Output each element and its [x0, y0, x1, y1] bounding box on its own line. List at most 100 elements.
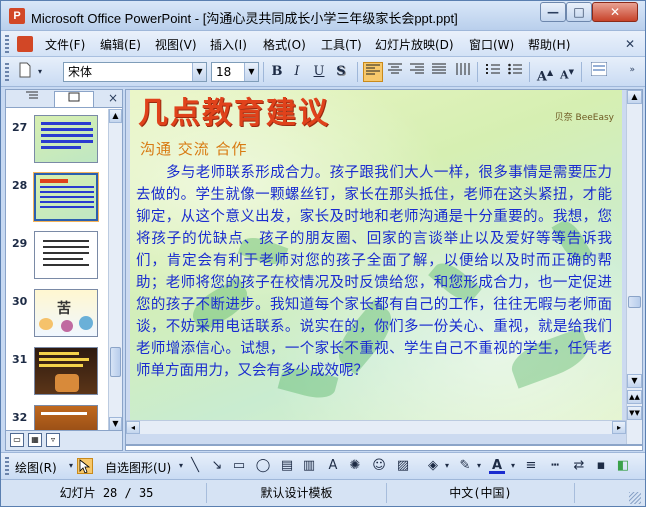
thumbnail-item[interactable]: 29	[6, 229, 108, 287]
slide-horizontal-scrollbar[interactable]: ◂ ▸	[126, 420, 626, 434]
grow-font-button[interactable]: A▲	[535, 62, 555, 84]
scroll-thumb[interactable]	[110, 347, 121, 377]
slide-vertical-scrollbar[interactable]: ▲ ▼ ▲▲ ▼▼	[626, 90, 642, 444]
font-size-select[interactable]: 18 ▼	[211, 62, 259, 82]
shrink-font-button[interactable]: A▼	[557, 62, 577, 82]
draw-menu-button[interactable]: 绘图(R)	[15, 459, 57, 476]
scroll-up-icon[interactable]: ▲	[109, 109, 122, 123]
thumbnail-item[interactable]: 30 苦	[6, 287, 108, 345]
diagram-icon[interactable]: ✺	[347, 458, 363, 474]
font-color-icon[interactable]: A	[489, 458, 505, 474]
tab-outline[interactable]	[12, 91, 52, 107]
slide-thumbnail-29[interactable]	[34, 231, 98, 279]
underline-button[interactable]: U	[309, 62, 329, 82]
rectangle-tool-icon[interactable]: ▭	[231, 458, 247, 474]
slide-thumbnail-31[interactable]	[34, 347, 98, 395]
toolbar-separator	[477, 62, 478, 82]
textbox-tool-icon[interactable]: ▤	[279, 458, 295, 474]
slide-subtitle[interactable]: 沟通 交流 合作	[140, 138, 248, 159]
slide-thumbnail-32[interactable]	[34, 405, 98, 431]
slide-thumbnail-28[interactable]	[33, 172, 99, 222]
new-document-icon[interactable]	[15, 62, 35, 82]
thumbnail-item[interactable]: 32	[6, 403, 108, 431]
font-name-select[interactable]: 宋体 ▼	[63, 62, 207, 82]
autoshapes-menu-button[interactable]: 自选图形(U)	[105, 459, 171, 476]
shadow-button[interactable]: S	[331, 62, 351, 82]
menu-view[interactable]: 视图(V)	[155, 36, 197, 53]
menu-edit[interactable]: 编辑(E)	[100, 36, 141, 53]
shrink-font-label: A	[560, 68, 569, 82]
slide-thumbnail-27[interactable]	[34, 115, 98, 163]
select-pointer-icon[interactable]	[77, 458, 93, 474]
thumbnail-item[interactable]: 27	[6, 113, 108, 171]
distributed-align-icon[interactable]	[453, 62, 473, 82]
scroll-down-icon[interactable]: ▼	[109, 417, 122, 431]
font-name-dropdown-icon[interactable]: ▼	[192, 63, 206, 81]
chevron-down-icon[interactable]: ▾	[439, 458, 455, 474]
scroll-left-icon[interactable]: ◂	[126, 421, 140, 434]
menu-slideshow[interactable]: 幻灯片放映(D)	[375, 36, 454, 53]
next-slide-icon[interactable]: ▼▼	[627, 406, 642, 420]
vertical-textbox-icon[interactable]: ▥	[301, 458, 317, 474]
slideshow-view-icon[interactable]: ▿	[46, 433, 60, 447]
chevron-down-icon[interactable]: ▾	[505, 458, 521, 474]
menubar-grip[interactable]	[5, 35, 9, 53]
slide-title[interactable]: 几点教育建议	[138, 90, 330, 132]
menu-insert[interactable]: 插入(I)	[210, 36, 247, 53]
scroll-right-icon[interactable]: ▸	[612, 421, 626, 434]
scroll-up-icon[interactable]: ▲	[627, 90, 642, 104]
italic-button[interactable]: I	[287, 62, 307, 82]
thumbnail-item[interactable]: 31	[6, 345, 108, 403]
scroll-thumb[interactable]	[628, 296, 641, 308]
oval-tool-icon[interactable]: ◯	[255, 458, 271, 474]
notes-pane[interactable]	[125, 445, 643, 451]
wordart-icon[interactable]: A	[325, 458, 341, 474]
scroll-down-icon[interactable]: ▼	[627, 374, 642, 388]
slide-body-text[interactable]: 多与老师联系形成合力。孩子跟我们大人一样，很多事情是需要压力去做的。学生就像一颗…	[136, 162, 612, 382]
numbering-button[interactable]	[483, 62, 503, 82]
justify-button[interactable]	[429, 62, 449, 82]
thumbnail-item-selected[interactable]: 28	[6, 171, 108, 229]
previous-slide-icon[interactable]: ▲▲	[627, 390, 642, 404]
align-center-button[interactable]	[385, 62, 405, 82]
line-tool-icon[interactable]: ╲	[187, 458, 203, 474]
document-icon[interactable]	[17, 36, 33, 52]
chevron-down-icon[interactable]: ▾	[471, 458, 487, 474]
minimize-button[interactable]: —	[540, 2, 566, 22]
panel-scrollbar[interactable]: ▲ ▼	[108, 109, 122, 431]
design-button-icon[interactable]	[589, 61, 609, 82]
clipart-icon[interactable]: ☺	[371, 458, 387, 474]
menu-tools[interactable]: 工具(T)	[321, 36, 362, 53]
powerpoint-app-icon[interactable]: P	[9, 8, 25, 24]
dash-style-icon[interactable]: ┅	[547, 458, 563, 474]
normal-view-icon[interactable]: ▭	[10, 433, 24, 447]
arrow-tool-icon[interactable]: ↘	[209, 458, 225, 474]
align-left-button[interactable]	[363, 62, 383, 82]
toolbar-options-chevron-icon[interactable]: ▾	[35, 62, 45, 82]
insert-picture-icon[interactable]: ▨	[395, 458, 411, 474]
maximize-button[interactable]: □	[566, 2, 592, 22]
bold-button[interactable]: B	[267, 62, 287, 82]
3d-style-icon[interactable]: ◧	[615, 458, 631, 474]
drawbar-grip[interactable]	[5, 457, 9, 475]
menu-help[interactable]: 帮助(H)	[528, 36, 570, 53]
arrow-style-icon[interactable]: ⇄	[571, 458, 587, 474]
slide-sorter-view-icon[interactable]: ▦	[28, 433, 42, 447]
tab-slides[interactable]	[54, 91, 94, 107]
menu-file[interactable]: 文件(F)	[45, 36, 85, 53]
panel-close-icon[interactable]: ×	[108, 91, 118, 105]
current-slide[interactable]: 几点教育建议 贝奈 BeeEasy 沟通 交流 合作 多与老师联系形成合力。孩子…	[130, 90, 622, 420]
resize-grip-icon[interactable]	[629, 492, 641, 504]
document-close-icon[interactable]: ✕	[625, 37, 635, 51]
toolbar-grip[interactable]	[5, 63, 9, 81]
align-right-button[interactable]	[407, 62, 427, 82]
shadow-style-icon[interactable]: ▪	[593, 458, 609, 474]
slide-thumbnail-30[interactable]: 苦	[34, 289, 98, 337]
bullets-button[interactable]	[505, 62, 525, 82]
toolbar-overflow-chevron-icon[interactable]: »	[629, 65, 635, 75]
menu-window[interactable]: 窗口(W)	[469, 36, 514, 53]
menu-format[interactable]: 格式(O)	[263, 36, 306, 53]
line-style-icon[interactable]: ≡	[523, 458, 539, 474]
close-button[interactable]: ✕	[592, 2, 638, 22]
font-size-dropdown-icon[interactable]: ▼	[244, 63, 258, 81]
